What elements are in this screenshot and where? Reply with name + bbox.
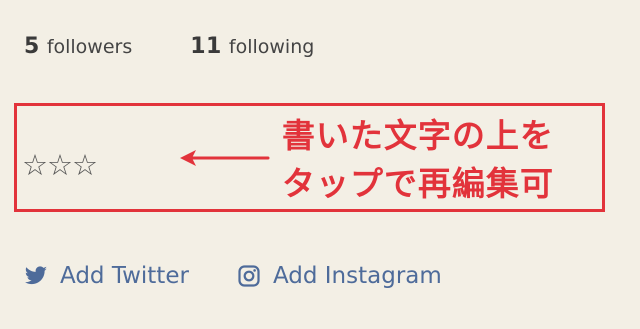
followers-label: followers [46, 36, 133, 58]
annotation-line-2: タップで再編集可 [282, 164, 554, 203]
twitter-icon [24, 266, 47, 285]
arrow-left-icon [180, 150, 270, 166]
following-count: 11 [190, 34, 222, 59]
bio-text[interactable]: ☆☆☆ [22, 151, 98, 180]
add-instagram-label: Add Instagram [272, 263, 442, 289]
profile-stats: 5 followers 11 following [24, 34, 314, 59]
following-label: following [228, 36, 315, 58]
add-twitter-link[interactable]: Add Twitter [24, 263, 189, 289]
social-links: Add Twitter Add Instagram [24, 263, 442, 289]
annotation-line-1: 書いた文字の上を [282, 116, 554, 155]
following-stat[interactable]: 11 following [190, 34, 314, 59]
followers-stat[interactable]: 5 followers [24, 34, 132, 59]
add-instagram-link[interactable]: Add Instagram [237, 263, 442, 289]
annotation-text: 書いた文字の上を タップで再編集可 [282, 112, 554, 208]
instagram-icon [238, 265, 260, 287]
add-twitter-label: Add Twitter [60, 263, 189, 289]
followers-count: 5 [24, 34, 40, 59]
